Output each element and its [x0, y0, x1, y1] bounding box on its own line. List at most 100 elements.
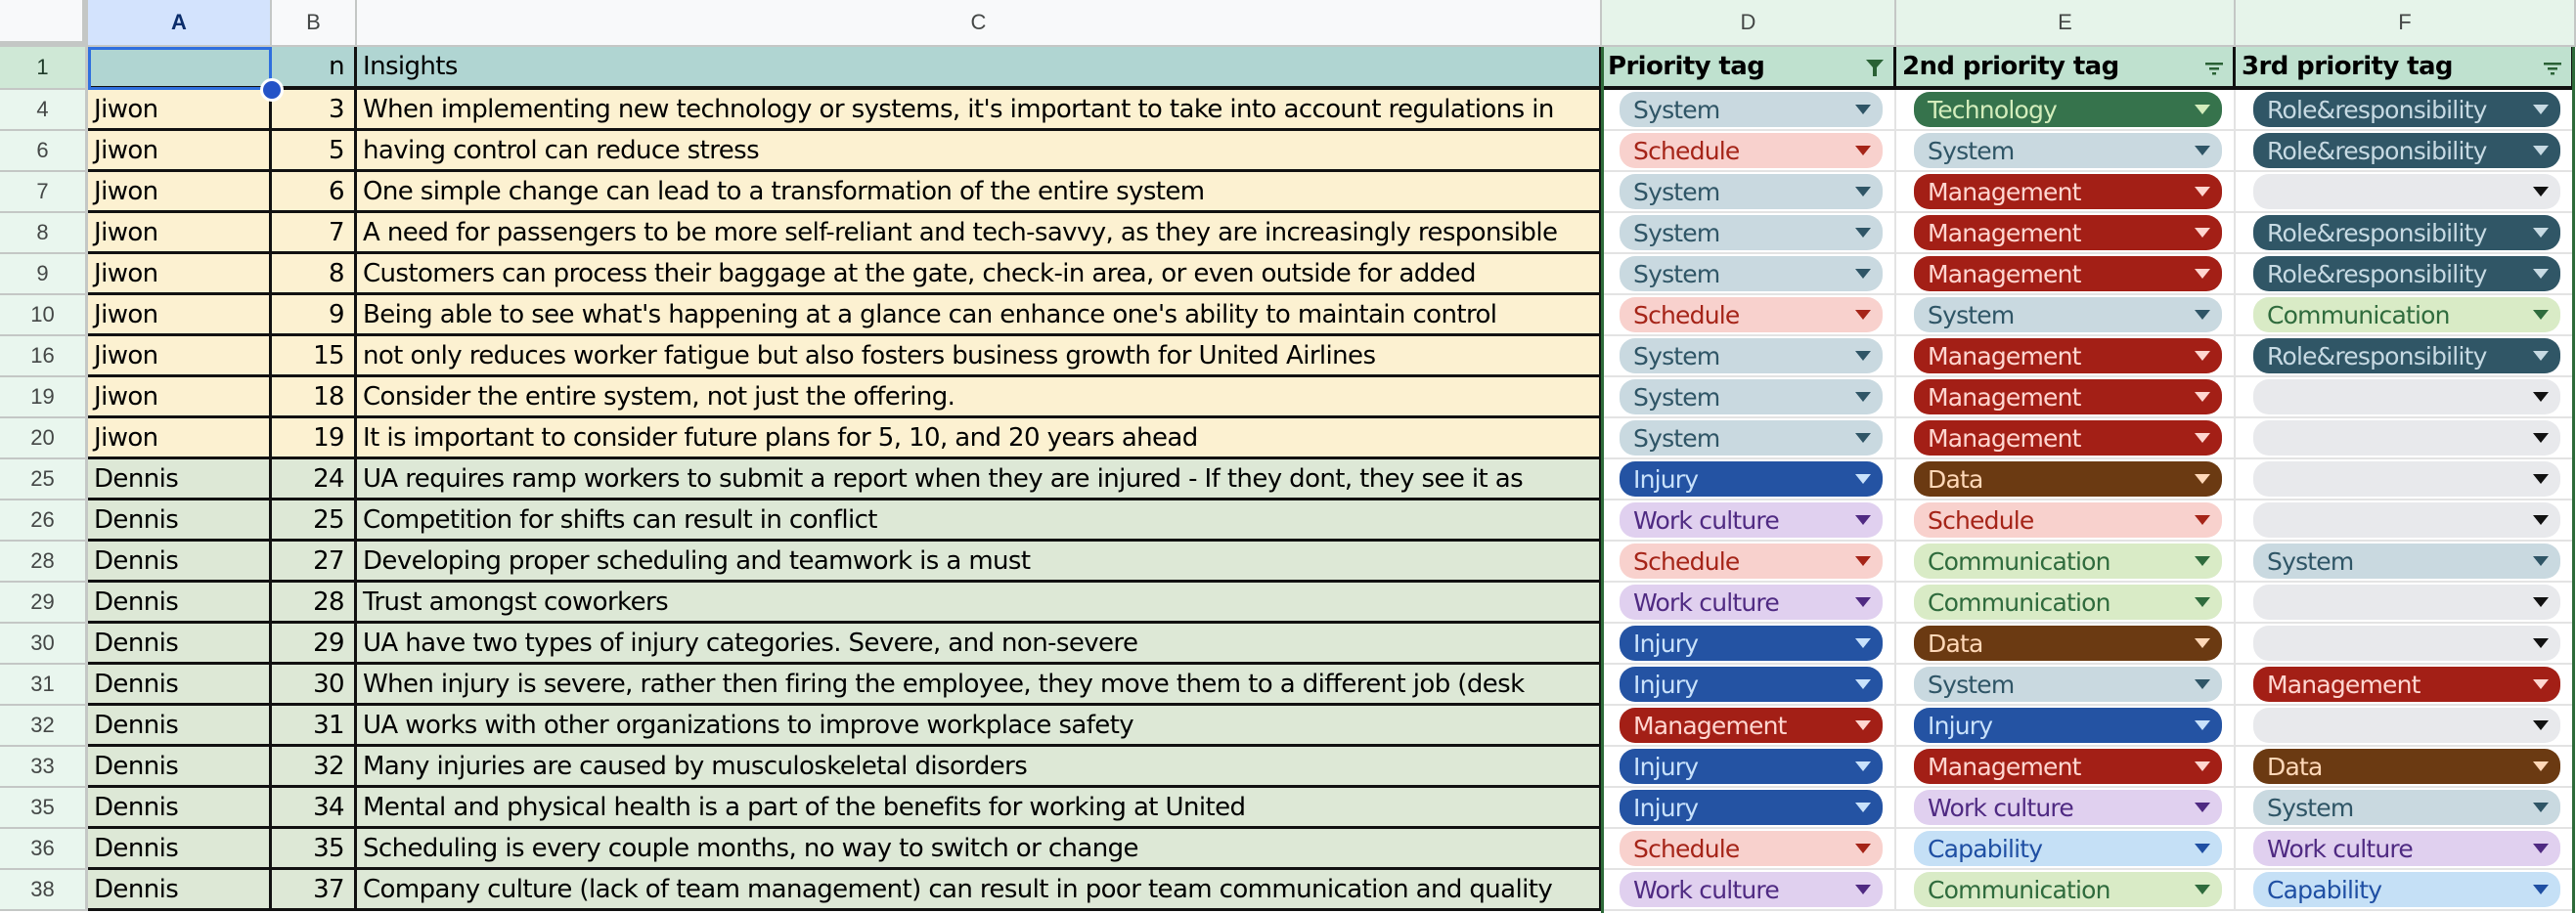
tag-dropdown-chip[interactable]: Management [1914, 420, 2222, 456]
cell-name[interactable]: Jiwon [88, 336, 272, 377]
row-header[interactable]: 9 [0, 254, 88, 295]
tag-dropdown-chip[interactable]: Management [1914, 215, 2222, 250]
cell-priority-tag[interactable]: Schedule [1602, 542, 1896, 583]
dropdown-arrow-icon[interactable] [1855, 597, 1871, 607]
cell-n[interactable]: 7 [272, 213, 357, 254]
cell-2nd-priority-tag[interactable]: Work culture [1896, 788, 2236, 829]
dropdown-arrow-icon[interactable] [2195, 269, 2210, 279]
dropdown-arrow-icon[interactable] [2533, 392, 2549, 402]
dropdown-arrow-icon[interactable] [1855, 638, 1871, 648]
cell-insight[interactable]: Customers can process their baggage at t… [357, 254, 1602, 295]
cell-3rd-priority-tag[interactable]: Capability [2236, 870, 2574, 911]
dropdown-arrow-icon[interactable] [2195, 556, 2210, 566]
cell-n[interactable]: 35 [272, 829, 357, 870]
header-cell-insights[interactable]: Insights [357, 47, 1602, 90]
cell-3rd-priority-tag[interactable]: Role&responsibility [2236, 254, 2574, 295]
tag-dropdown-chip[interactable]: Work culture [1620, 502, 1883, 538]
tag-dropdown-chip[interactable]: Management [1914, 379, 2222, 414]
tag-dropdown-chip[interactable]: Management [1914, 174, 2222, 209]
cell-3rd-priority-tag[interactable]: Role&responsibility [2236, 336, 2574, 377]
tag-dropdown-chip[interactable]: Injury [1620, 667, 1883, 702]
cell-priority-tag[interactable]: System [1602, 377, 1896, 418]
cell-insight[interactable]: having control can reduce stress [357, 131, 1602, 172]
cell-n[interactable]: 29 [272, 624, 357, 665]
cell-n[interactable]: 3 [272, 90, 357, 131]
tag-dropdown-chip[interactable]: System [2253, 790, 2560, 825]
column-header-a[interactable]: A [88, 0, 272, 47]
cell-3rd-priority-tag[interactable] [2236, 624, 2574, 665]
tag-dropdown-chip[interactable]: Role&responsibility [2253, 215, 2560, 250]
cell-3rd-priority-tag[interactable]: Role&responsibility [2236, 213, 2574, 254]
row-header[interactable]: 38 [0, 870, 88, 911]
tag-dropdown-chip[interactable]: Management [2253, 667, 2560, 702]
dropdown-arrow-icon[interactable] [1855, 392, 1871, 402]
dropdown-arrow-icon[interactable] [2195, 679, 2210, 689]
cell-2nd-priority-tag[interactable]: Management [1896, 418, 2236, 459]
dropdown-arrow-icon[interactable] [1855, 885, 1871, 894]
dropdown-arrow-icon[interactable] [2195, 597, 2210, 607]
dropdown-arrow-icon[interactable] [2533, 310, 2549, 320]
cell-n[interactable]: 8 [272, 254, 357, 295]
tag-dropdown-chip[interactable] [2253, 379, 2560, 414]
dropdown-arrow-icon[interactable] [2195, 803, 2210, 812]
filter-icon[interactable] [2203, 56, 2225, 77]
cell-n[interactable]: 28 [272, 583, 357, 624]
row-header[interactable]: 7 [0, 172, 88, 213]
cell-priority-tag[interactable]: System [1602, 172, 1896, 213]
dropdown-arrow-icon[interactable] [2533, 474, 2549, 484]
cell-priority-tag[interactable]: System [1602, 336, 1896, 377]
cell-2nd-priority-tag[interactable]: Management [1896, 377, 2236, 418]
dropdown-arrow-icon[interactable] [2195, 228, 2210, 238]
dropdown-arrow-icon[interactable] [1855, 105, 1871, 114]
cell-priority-tag[interactable]: Injury [1602, 788, 1896, 829]
cell-2nd-priority-tag[interactable]: System [1896, 665, 2236, 706]
tag-dropdown-chip[interactable]: Management [1914, 749, 2222, 784]
cell-name[interactable]: Jiwon [88, 254, 272, 295]
cell-2nd-priority-tag[interactable]: Management [1896, 336, 2236, 377]
dropdown-arrow-icon[interactable] [2195, 761, 2210, 771]
dropdown-arrow-icon[interactable] [2533, 844, 2549, 853]
tag-dropdown-chip[interactable]: Injury [1620, 790, 1883, 825]
cell-3rd-priority-tag[interactable] [2236, 500, 2574, 542]
cell-2nd-priority-tag[interactable]: Management [1896, 213, 2236, 254]
tag-dropdown-chip[interactable]: Communication [1914, 543, 2222, 579]
cell-3rd-priority-tag[interactable]: Management [2236, 665, 2574, 706]
tag-dropdown-chip[interactable]: Capability [2253, 872, 2560, 907]
tag-dropdown-chip[interactable]: System [1914, 297, 2222, 332]
cell-n[interactable]: 18 [272, 377, 357, 418]
select-all-corner[interactable] [0, 0, 88, 47]
cell-n[interactable]: 30 [272, 665, 357, 706]
cell-priority-tag[interactable]: System [1602, 213, 1896, 254]
cell-insight[interactable]: Competition for shifts can result in con… [357, 500, 1602, 542]
row-header[interactable]: 30 [0, 624, 88, 665]
cell-insight[interactable]: When implementing new technology or syst… [357, 90, 1602, 131]
cell-3rd-priority-tag[interactable] [2236, 706, 2574, 747]
dropdown-arrow-icon[interactable] [1855, 269, 1871, 279]
cell-name[interactable]: Dennis [88, 665, 272, 706]
cell-priority-tag[interactable]: System [1602, 90, 1896, 131]
cell-name[interactable]: Jiwon [88, 172, 272, 213]
tag-dropdown-chip[interactable]: Management [1914, 256, 2222, 291]
dropdown-arrow-icon[interactable] [1855, 474, 1871, 484]
cell-insight[interactable]: Consider the entire system, not just the… [357, 377, 1602, 418]
cell-name[interactable]: Jiwon [88, 377, 272, 418]
dropdown-arrow-icon[interactable] [2533, 228, 2549, 238]
column-header-f[interactable]: F [2236, 0, 2576, 47]
cell-n[interactable]: 24 [272, 459, 357, 500]
filter-icon[interactable] [2542, 56, 2563, 77]
tag-dropdown-chip[interactable] [2253, 420, 2560, 456]
tag-dropdown-chip[interactable]: System [1914, 667, 2222, 702]
cell-name[interactable]: Dennis [88, 788, 272, 829]
cell-name[interactable]: Jiwon [88, 295, 272, 336]
header-cell-3rd-priority-tag[interactable]: 3rd priority tag [2236, 47, 2574, 90]
cell-3rd-priority-tag[interactable] [2236, 377, 2574, 418]
dropdown-arrow-icon[interactable] [2533, 269, 2549, 279]
dropdown-arrow-icon[interactable] [2533, 556, 2549, 566]
cell-insight[interactable]: Being able to see what's happening at a … [357, 295, 1602, 336]
dropdown-arrow-icon[interactable] [1855, 556, 1871, 566]
cell-priority-tag[interactable]: Schedule [1602, 829, 1896, 870]
cell-2nd-priority-tag[interactable]: Data [1896, 624, 2236, 665]
tag-dropdown-chip[interactable]: System [1620, 420, 1883, 456]
cell-name[interactable]: Dennis [88, 583, 272, 624]
cell-priority-tag[interactable]: System [1602, 418, 1896, 459]
